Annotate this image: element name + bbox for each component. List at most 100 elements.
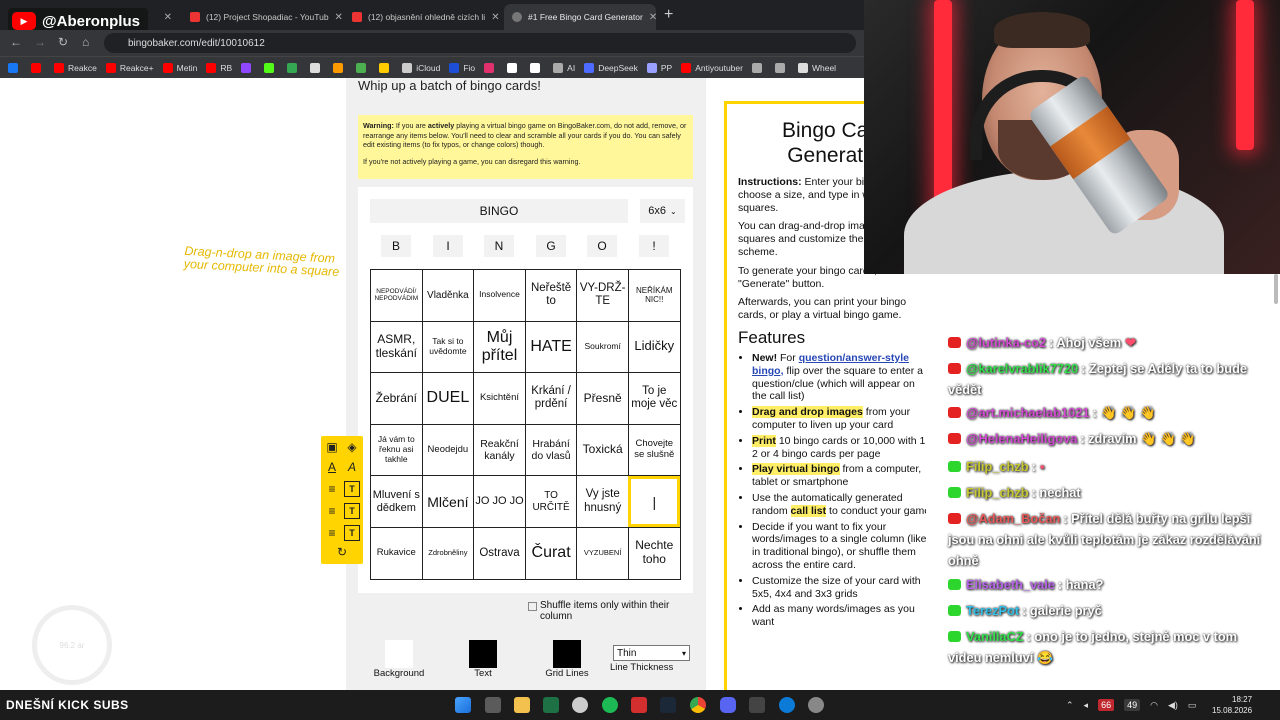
- grid-color-swatch[interactable]: [553, 640, 581, 668]
- spotify-icon[interactable]: [602, 697, 618, 713]
- bingo-cell[interactable]: NEŘÍKÁM NIC!!: [627, 269, 681, 322]
- align-right-icon[interactable]: ≡: [324, 525, 340, 541]
- bookmark-item[interactable]: Fio: [449, 62, 475, 73]
- bingo-cell[interactable]: Žebrání: [370, 372, 423, 425]
- bingo-cell[interactable]: Vy jste hnusný: [576, 475, 629, 528]
- column-letter-input[interactable]: I: [433, 235, 463, 257]
- close-tab-icon[interactable]: ✕: [329, 12, 342, 23]
- app-icon[interactable]: [808, 697, 824, 713]
- bingo-cell[interactable]: Přesně: [576, 372, 629, 425]
- bookmark-item[interactable]: Metin: [162, 62, 197, 73]
- tray-badge[interactable]: 49: [1124, 699, 1141, 711]
- image-icon[interactable]: ▣: [324, 439, 340, 455]
- app-icon[interactable]: [749, 697, 765, 713]
- shuffle-checkbox[interactable]: [528, 602, 537, 611]
- bookmark-item[interactable]: [774, 62, 789, 73]
- bookmark-item[interactable]: AI: [553, 62, 575, 73]
- bookmark-item[interactable]: [530, 62, 544, 73]
- bingo-cell[interactable]: TO URČITĚ: [524, 475, 578, 528]
- bookmark-item[interactable]: [507, 62, 521, 73]
- tray-badge[interactable]: 66: [1098, 699, 1115, 711]
- bingo-cell[interactable]: Chovejte se slušně: [627, 423, 681, 477]
- shuffle-option[interactable]: Shuffle items only within their column: [528, 600, 698, 622]
- chrome-icon[interactable]: [690, 697, 706, 713]
- bookmark-item[interactable]: [379, 62, 393, 73]
- text-size-icon[interactable]: A: [344, 459, 360, 475]
- bookmark-item[interactable]: iCloud: [402, 62, 440, 73]
- bingo-cell[interactable]: Čurat: [524, 526, 578, 580]
- close-tab-icon[interactable]: ✕: [643, 12, 656, 23]
- bookmark-item[interactable]: Reakce+: [105, 62, 154, 73]
- app-icon[interactable]: [572, 697, 588, 713]
- forward-arrow-icon[interactable]: →: [34, 35, 46, 49]
- clock[interactable]: 18:27 15.08.2026: [1212, 694, 1252, 716]
- bookmark-item[interactable]: [8, 62, 22, 73]
- edge-icon[interactable]: [779, 697, 795, 713]
- bingo-cell[interactable]: Reakční kanály: [473, 423, 526, 477]
- address-bar[interactable]: bingobaker.com/edit/10010612: [104, 33, 856, 53]
- bookmark-item[interactable]: Wheel: [797, 62, 836, 73]
- bingo-cell[interactable]: Mluvení s dědkem: [370, 475, 423, 528]
- bookmark-item[interactable]: PP: [646, 62, 672, 73]
- bingo-cell[interactable]: Krkání / prdění: [524, 372, 578, 425]
- tray-app-icon[interactable]: ◂: [1084, 700, 1089, 711]
- card-size-select[interactable]: 6x6 ⌄: [640, 199, 685, 223]
- taskview-icon[interactable]: [485, 697, 501, 713]
- align-left-icon[interactable]: ≡: [324, 481, 340, 497]
- tab-bingo-active[interactable]: #1 Free Bingo Card Generator ✕: [504, 4, 656, 30]
- align-center-icon[interactable]: ≡: [324, 503, 340, 519]
- card-title-input[interactable]: BINGO: [370, 199, 628, 223]
- bingo-cell[interactable]: DUEL: [421, 372, 475, 425]
- bingo-cell[interactable]: Toxická: [576, 423, 629, 477]
- bingo-cell[interactable]: Můj přítel: [473, 320, 526, 374]
- bookmark-item[interactable]: [356, 62, 370, 73]
- bingo-cell[interactable]: VYZUBENÍ: [576, 526, 629, 580]
- battery-icon[interactable]: ▭: [1188, 700, 1197, 711]
- bingo-cell[interactable]: Nechte toho: [627, 526, 681, 580]
- reload-icon[interactable]: ↻: [58, 35, 68, 49]
- bingo-cell[interactable]: Rukavice: [370, 526, 423, 580]
- file-explorer-icon[interactable]: [514, 697, 530, 713]
- bingo-cell[interactable]: VY-DRŽ-TE: [576, 269, 629, 322]
- background-color-swatch[interactable]: [385, 640, 413, 668]
- bingo-cell[interactable]: Mlčení: [421, 475, 475, 528]
- bookmark-item[interactable]: Antiyoutuber: [681, 62, 743, 73]
- bingo-cell[interactable]: Neodejdu: [421, 423, 475, 477]
- bingo-cell[interactable]: Zdrobněliny: [421, 526, 475, 580]
- column-letter-input[interactable]: G: [536, 235, 566, 257]
- bingo-cell[interactable]: Soukromí: [576, 320, 629, 374]
- refresh-icon[interactable]: ↻: [334, 544, 350, 560]
- volume-icon[interactable]: ◀): [1168, 700, 1178, 711]
- bingo-cell[interactable]: Ksichtění: [473, 372, 526, 425]
- home-icon[interactable]: ⌂: [82, 35, 89, 49]
- bingo-cell[interactable]: Ostrava: [473, 526, 526, 580]
- bookmark-item[interactable]: [241, 62, 255, 73]
- bookmark-item[interactable]: RB: [206, 62, 232, 73]
- app-icon[interactable]: [631, 697, 647, 713]
- bingo-cell[interactable]: |: [627, 475, 681, 528]
- discord-icon[interactable]: [720, 697, 736, 713]
- bingo-cell[interactable]: Já vám to řeknu asi takhle: [370, 423, 423, 477]
- bookmark-item[interactable]: [751, 62, 766, 73]
- bingo-cell[interactable]: Neřeště to: [524, 269, 578, 322]
- close-tab-icon[interactable]: ✕: [485, 12, 499, 23]
- line-thickness-select[interactable]: Thin ▾: [613, 645, 690, 661]
- windows-start-icon[interactable]: [455, 697, 471, 713]
- bookmark-item[interactable]: [310, 62, 324, 73]
- tab-2[interactable]: (12) objasnění ohledně cizích li ✕: [344, 4, 502, 30]
- tab-1[interactable]: (12) Project Shopadiac - YouTub ✕: [182, 4, 342, 30]
- bingo-cell[interactable]: JO JO JO: [473, 475, 526, 528]
- text-color-swatch[interactable]: [469, 640, 497, 668]
- bingo-cell[interactable]: Insolvence: [473, 269, 526, 322]
- bingo-cell[interactable]: ASMR, tleskání: [370, 320, 423, 374]
- bingo-cell[interactable]: Hrabání do vlasů: [524, 423, 578, 477]
- chat-scrollbar[interactable]: [1274, 274, 1278, 304]
- bingo-cell[interactable]: HATE: [524, 320, 578, 374]
- text-bottom-icon[interactable]: T: [344, 525, 360, 541]
- text-top-icon[interactable]: T: [344, 481, 360, 497]
- bingo-cell[interactable]: Vladěnka: [421, 269, 475, 322]
- bingo-cell[interactable]: Lidičky: [627, 320, 681, 374]
- steam-icon[interactable]: [660, 697, 676, 713]
- text-middle-icon[interactable]: T: [344, 503, 360, 519]
- excel-icon[interactable]: [543, 697, 559, 713]
